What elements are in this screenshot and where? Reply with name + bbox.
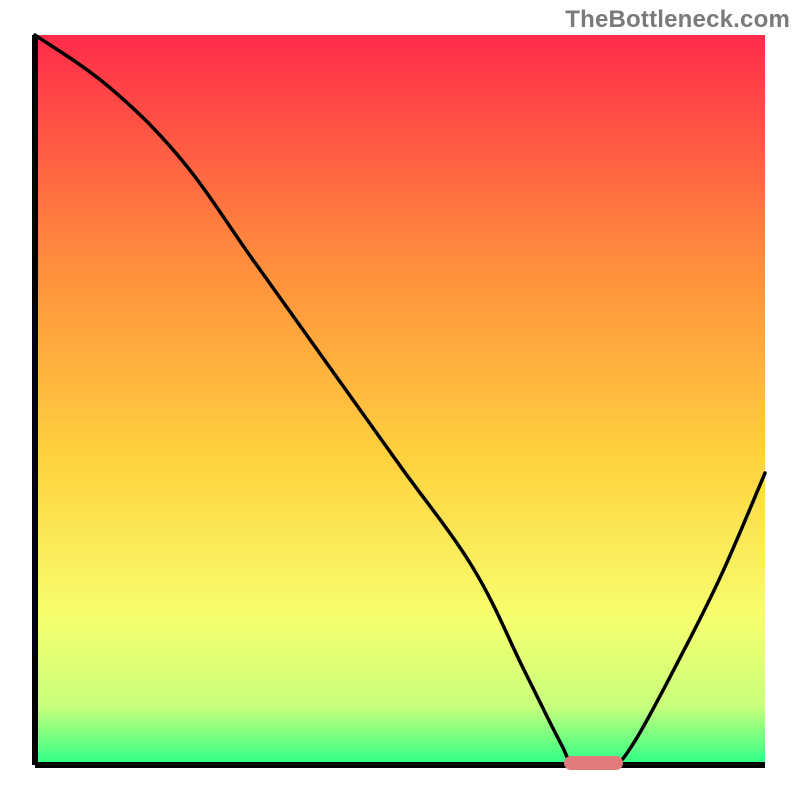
bottleneck-chart bbox=[0, 0, 800, 800]
plot-background bbox=[35, 35, 765, 765]
watermark-label: TheBottleneck.com bbox=[565, 6, 790, 34]
chart-stage: TheBottleneck.com bbox=[0, 0, 800, 800]
trough-marker bbox=[564, 756, 622, 770]
